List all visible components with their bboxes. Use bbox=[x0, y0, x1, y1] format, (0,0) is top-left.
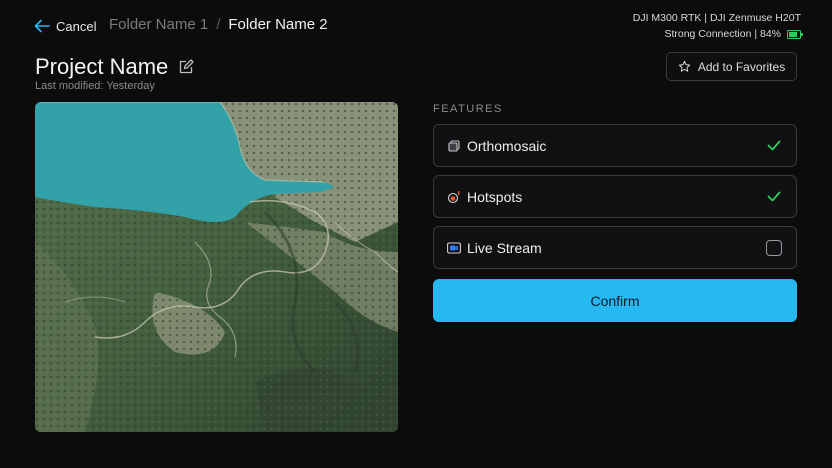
edit-icon[interactable] bbox=[178, 59, 194, 75]
breadcrumb-folder-1[interactable]: Folder Name 1 bbox=[109, 16, 208, 33]
add-to-favorites-button[interactable]: Add to Favorites bbox=[666, 52, 797, 81]
breadcrumb: Folder Name 1 / Folder Name 2 bbox=[109, 16, 328, 33]
hotspots-icon bbox=[447, 190, 461, 204]
feature-label: Hotspots bbox=[467, 188, 523, 205]
project-header: Project Name bbox=[35, 54, 194, 80]
battery-level bbox=[789, 31, 798, 37]
connection-row: Strong Connection | 84% bbox=[633, 26, 803, 42]
arrow-left-icon bbox=[34, 19, 50, 33]
live-stream-icon bbox=[447, 241, 461, 255]
feature-label: Orthomosaic bbox=[467, 137, 547, 154]
breadcrumb-folder-2: Folder Name 2 bbox=[228, 16, 328, 33]
cancel-button[interactable]: Cancel bbox=[34, 17, 96, 35]
cancel-label: Cancel bbox=[56, 18, 97, 34]
device-status: DJI M300 RTK | DJI Zenmuse H20T Strong C… bbox=[632, 10, 803, 42]
feature-live-stream[interactable]: Live Stream bbox=[433, 226, 797, 269]
checkmark-icon bbox=[765, 188, 783, 206]
device-models: DJI M300 RTK | DJI Zenmuse H20T bbox=[632, 12, 801, 24]
feature-hotspots[interactable]: Hotspots bbox=[433, 175, 797, 218]
feature-orthomosaic[interactable]: Orthomosaic bbox=[433, 124, 797, 167]
orthomosaic-icon bbox=[447, 139, 461, 153]
connection-status: Strong Connection | 84% bbox=[664, 28, 781, 40]
feature-label: Live Stream bbox=[467, 239, 542, 256]
last-modified: Last modified: Yesterday bbox=[35, 80, 155, 92]
checkbox-unchecked bbox=[766, 239, 782, 256]
confirm-label: Confirm bbox=[590, 292, 640, 309]
star-icon bbox=[678, 60, 690, 72]
battery-icon bbox=[787, 29, 803, 39]
page-title: Project Name bbox=[35, 54, 169, 79]
add-to-favorites-label: Add to Favorites bbox=[697, 59, 786, 74]
aerial-map-image bbox=[35, 102, 398, 432]
confirm-button[interactable]: Confirm bbox=[433, 279, 797, 322]
features-heading: FEATURES bbox=[433, 103, 503, 115]
checkmark-icon bbox=[765, 137, 783, 155]
live-stream-checkbox[interactable] bbox=[765, 239, 783, 257]
breadcrumb-separator: / bbox=[216, 16, 221, 33]
